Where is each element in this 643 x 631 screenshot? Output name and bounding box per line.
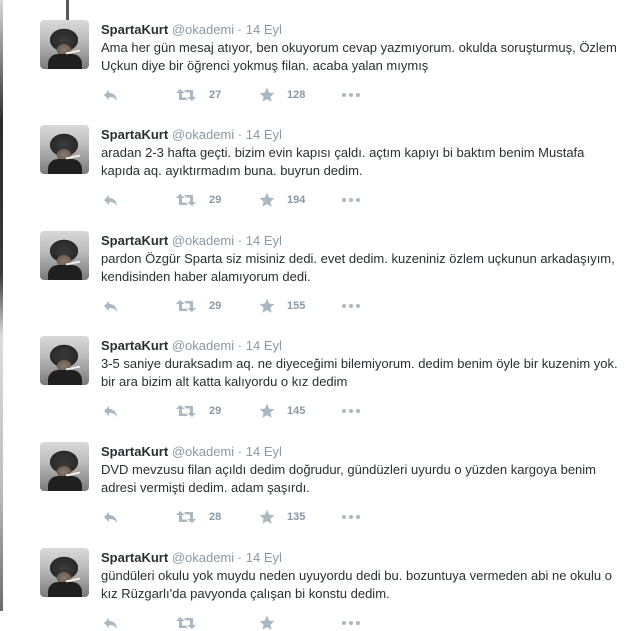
tweet-header: SpartaKurt @okademi · 14 Eyl (101, 550, 282, 566)
retweet-icon[interactable] (175, 192, 197, 208)
more-icon[interactable] (341, 403, 361, 419)
user-name[interactable]: SpartaKurt (101, 233, 168, 248)
header-separator: · (237, 550, 243, 565)
star-icon[interactable] (259, 615, 275, 631)
more-icon[interactable] (341, 615, 361, 631)
header-separator: · (237, 338, 243, 353)
more-icon[interactable] (341, 509, 361, 525)
star-icon[interactable] (259, 509, 275, 525)
favorite-count[interactable]: 155 (287, 298, 305, 314)
tweet-header: SpartaKurt @okademi · 14 Eyl (101, 338, 282, 354)
user-handle[interactable]: @okademi (172, 338, 234, 353)
tweet-header: SpartaKurt @okademi · 14 Eyl (101, 233, 282, 249)
avatar[interactable] (40, 548, 89, 597)
favorite-count[interactable]: 135 (287, 509, 305, 525)
user-handle[interactable]: @okademi (172, 233, 234, 248)
favorite-count[interactable]: 128 (287, 87, 305, 103)
star-icon[interactable] (259, 298, 275, 314)
tweet-text: gündüleri okulu yok muydu neden uyuyordu… (101, 568, 612, 601)
tweet-time[interactable]: 14 Eyl (246, 127, 282, 142)
retweet-icon[interactable] (175, 509, 197, 525)
reply-icon[interactable] (103, 403, 119, 419)
user-handle[interactable]: @okademi (172, 444, 234, 459)
header-separator: · (237, 22, 243, 37)
user-name[interactable]: SpartaKurt (101, 338, 168, 353)
user-name[interactable]: SpartaKurt (101, 127, 168, 142)
tweet-text: aradan 2-3 hafta geçti. bizim evin kapıs… (101, 145, 585, 178)
reply-icon[interactable] (103, 298, 119, 314)
user-handle[interactable]: @okademi (172, 22, 234, 37)
retweet-count[interactable]: 29 (209, 192, 221, 208)
avatar[interactable] (40, 442, 89, 491)
header-separator: · (237, 444, 243, 459)
avatar[interactable] (40, 231, 89, 280)
more-icon[interactable] (341, 87, 361, 103)
tweet-header: SpartaKurt @okademi · 14 Eyl (101, 127, 282, 143)
favorite-count[interactable]: 145 (287, 403, 305, 419)
more-icon[interactable] (341, 298, 361, 314)
avatar[interactable] (40, 20, 89, 69)
retweet-count[interactable]: 29 (209, 298, 221, 314)
more-icon[interactable] (341, 192, 361, 208)
retweet-icon[interactable] (175, 403, 197, 419)
reply-icon[interactable] (103, 192, 119, 208)
favorite-count[interactable]: 194 (287, 192, 305, 208)
avatar[interactable] (40, 336, 89, 385)
retweet-icon[interactable] (175, 298, 197, 314)
tweet-text: Ama her gün mesaj atıyor, ben okuyorum c… (101, 40, 617, 73)
reply-icon[interactable] (103, 509, 119, 525)
tweet-header: SpartaKurt @okademi · 14 Eyl (101, 444, 282, 460)
user-handle[interactable]: @okademi (172, 127, 234, 142)
tweet-text: pardon Özgür Sparta siz misiniz dedi. ev… (101, 251, 615, 284)
tweet-time[interactable]: 14 Eyl (246, 338, 282, 353)
tweet-time[interactable]: 14 Eyl (246, 233, 282, 248)
user-handle[interactable]: @okademi (172, 550, 234, 565)
retweet-count[interactable]: 27 (209, 87, 221, 103)
retweet-icon[interactable] (175, 87, 197, 103)
star-icon[interactable] (259, 192, 275, 208)
header-separator: · (237, 127, 243, 142)
retweet-count[interactable]: 28 (209, 509, 221, 525)
star-icon[interactable] (259, 87, 275, 103)
window-edge (0, 0, 3, 611)
reply-icon[interactable] (103, 87, 119, 103)
tweet-text: 3-5 saniye duraksadım aq. ne diyeceğimi … (101, 356, 618, 389)
avatar[interactable] (40, 125, 89, 174)
user-name[interactable]: SpartaKurt (101, 550, 168, 565)
tweet-header: SpartaKurt @okademi · 14 Eyl (101, 22, 282, 38)
user-name[interactable]: SpartaKurt (101, 22, 168, 37)
retweet-count[interactable]: 29 (209, 403, 221, 419)
tweet-time[interactable]: 14 Eyl (246, 444, 282, 459)
user-name[interactable]: SpartaKurt (101, 444, 168, 459)
star-icon[interactable] (259, 403, 275, 419)
header-separator: · (237, 233, 243, 248)
tweet-text: DVD mevzusu filan açıldı dedim doğrudur,… (101, 462, 596, 495)
tweet-time[interactable]: 14 Eyl (246, 22, 282, 37)
reply-icon[interactable] (103, 615, 119, 631)
tweet-time[interactable]: 14 Eyl (246, 550, 282, 565)
retweet-icon[interactable] (175, 615, 197, 631)
